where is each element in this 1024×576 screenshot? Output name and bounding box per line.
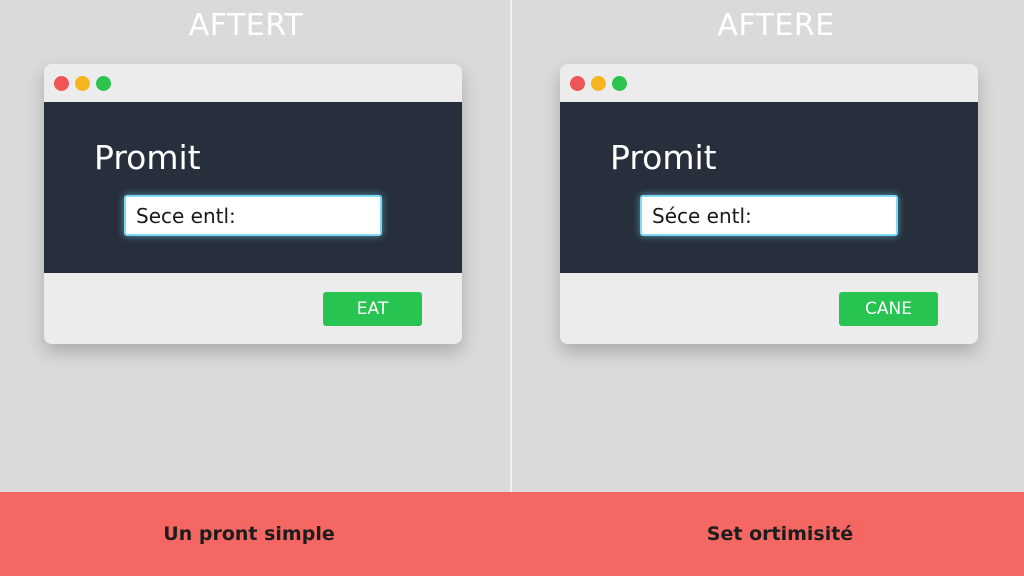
close-window-icon[interactable] — [570, 75, 585, 91]
left-prompt-title: Promit — [94, 138, 201, 177]
right-prompt-input[interactable]: Séce entl: — [640, 195, 898, 236]
maximize-window-icon[interactable] — [96, 75, 111, 91]
left-dialog-window: Promit Sece entl: EAT — [44, 64, 462, 344]
minimize-window-icon[interactable] — [591, 75, 606, 91]
left-action-button[interactable]: EAT — [323, 292, 422, 326]
comparison-stage: AFTERT Promit Sece entl: EAT AFTERE Prom… — [0, 0, 1024, 576]
left-caption: Un pront simple — [163, 523, 335, 545]
left-prompt-input[interactable]: Sece entl: — [124, 195, 382, 236]
close-window-icon[interactable] — [54, 75, 69, 91]
right-prompt-title: Promit — [610, 138, 717, 177]
left-window-content: Promit Sece entl: — [44, 102, 462, 273]
maximize-window-icon[interactable] — [612, 75, 627, 91]
right-panel-heading: AFTERE — [717, 8, 835, 43]
right-panel: AFTERE Promit Séce entl: CANE — [512, 0, 1024, 492]
minimize-window-icon[interactable] — [75, 75, 90, 91]
caption-bar: Un pront simple Set ortimisité — [0, 492, 1024, 576]
left-panel-heading: AFTERT — [188, 8, 304, 43]
right-caption: Set ortimisité — [706, 523, 854, 545]
right-window-footer: CANE — [560, 273, 978, 344]
right-dialog-window: Promit Séce entl: CANE — [560, 64, 978, 344]
left-panel: AFTERT Promit Sece entl: EAT — [0, 0, 512, 492]
right-window-titlebar — [560, 64, 978, 102]
right-action-button[interactable]: CANE — [839, 292, 938, 326]
right-window-content: Promit Séce entl: — [560, 102, 978, 273]
left-window-footer: EAT — [44, 273, 462, 344]
left-window-titlebar — [44, 64, 462, 102]
